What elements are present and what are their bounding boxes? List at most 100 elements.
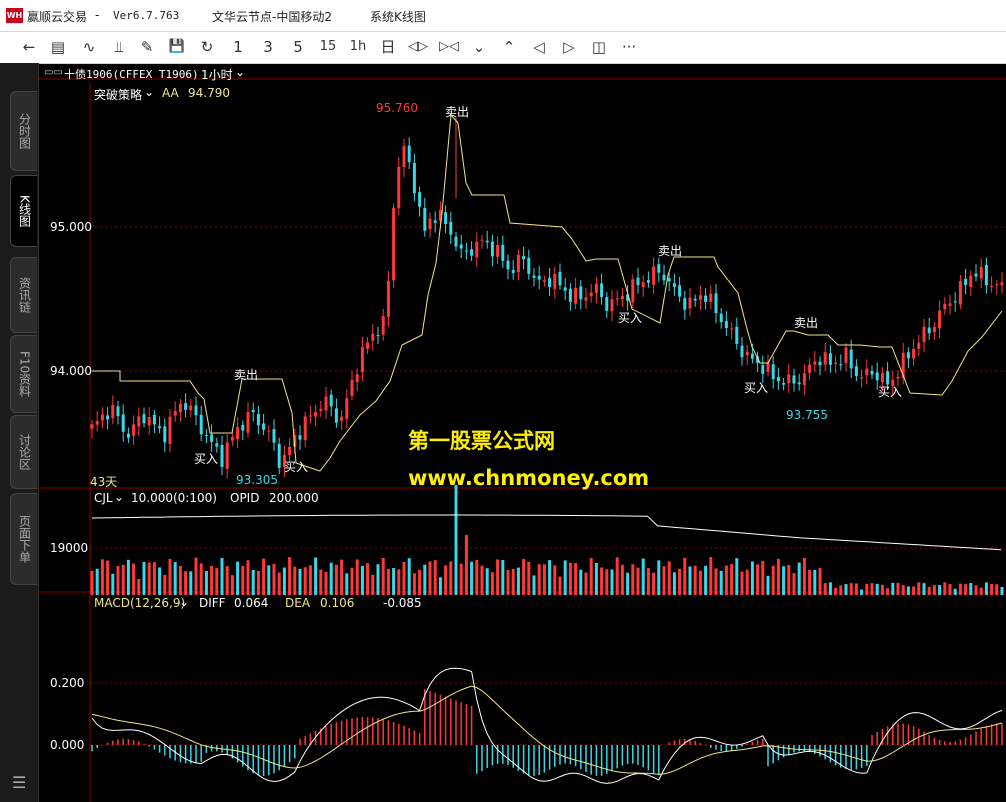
candle-body <box>241 424 245 431</box>
draw-icon[interactable]: ✎ <box>135 36 159 58</box>
candle-body <box>813 361 817 365</box>
candlestick-icon[interactable]: ⫫ <box>107 36 131 58</box>
volume-bar <box>225 566 229 595</box>
volume-indicator-name[interactable]: CJL <box>94 491 113 505</box>
candle-body <box>594 283 598 294</box>
candle-body <box>610 299 614 312</box>
candle-body <box>168 416 172 444</box>
zoom-out-icon[interactable]: ◁▷ <box>406 36 430 58</box>
candle-body <box>532 275 536 278</box>
candle-body <box>631 279 635 303</box>
back-arrow-icon[interactable]: ← <box>17 36 41 58</box>
menu-icon[interactable]: ☰ <box>12 773 26 792</box>
candle-body <box>537 275 541 280</box>
period-day-icon[interactable]: 日 <box>376 36 400 58</box>
candle-body <box>782 382 786 385</box>
macd-dropdown-icon[interactable]: ⌄ <box>179 595 189 609</box>
candle-body <box>121 414 125 432</box>
zoom-in-icon[interactable]: ▷◁ <box>437 36 461 58</box>
link-icon[interactable]: ▭▭ <box>44 67 63 78</box>
candle-body <box>615 298 619 300</box>
candle-body <box>584 297 588 301</box>
scroll-down-icon[interactable]: ⌄ <box>467 36 491 58</box>
line-chart-icon[interactable]: ∿ <box>77 36 101 58</box>
indicator-name[interactable]: 突破策略 <box>94 86 142 103</box>
volume-bar <box>719 570 723 595</box>
candle-body <box>475 241 479 258</box>
candle-body <box>204 434 208 436</box>
candle-body <box>267 430 271 432</box>
volume-bar <box>761 560 765 595</box>
volume-bar <box>860 589 864 595</box>
candle-body <box>490 241 494 257</box>
candle-body <box>792 375 796 384</box>
volume-bar <box>137 578 141 595</box>
volume-dropdown-icon[interactable]: ⌄ <box>114 490 124 504</box>
volume-bar <box>1000 586 1004 595</box>
candle-body <box>496 244 500 257</box>
volume-bar <box>329 562 333 595</box>
candle-body <box>256 414 260 426</box>
volume-bar <box>282 567 286 595</box>
period-3-icon[interactable]: 3 <box>256 36 280 58</box>
volume-bar <box>537 564 541 595</box>
period-dropdown-icon[interactable]: ⌄ <box>235 65 245 79</box>
candle-body <box>620 295 624 300</box>
candle-body <box>724 321 728 328</box>
dea-label: DEA <box>285 596 311 610</box>
volume-bar <box>433 560 437 595</box>
list-icon[interactable]: ▤ <box>46 36 70 58</box>
more-icon[interactable]: ··· <box>617 36 641 58</box>
candle-body <box>818 361 822 366</box>
candle-body <box>464 250 468 252</box>
move-left-icon[interactable]: ◁ <box>527 36 551 58</box>
macd-indicator-name[interactable]: MACD(12,26,9) <box>94 596 185 610</box>
candle-body <box>126 433 130 438</box>
candle-body <box>501 244 505 261</box>
opid-line <box>91 514 1002 551</box>
candle-body <box>116 406 120 417</box>
indicator-dropdown-icon[interactable]: ⌄ <box>144 85 154 99</box>
candle-body <box>371 333 375 341</box>
volume-bar <box>158 567 162 595</box>
candle-body <box>428 218 432 230</box>
volume-bar <box>90 571 94 595</box>
sidebar-tab-label: 讨论区 <box>17 434 32 470</box>
candle-body <box>485 240 489 243</box>
volume-bar <box>901 585 905 595</box>
period-1h-icon[interactable]: 1h <box>346 36 370 58</box>
period-1-icon[interactable]: 1 <box>226 36 250 58</box>
sidebar-tab-4[interactable]: 讨论区 <box>10 415 37 489</box>
sidebar-tab-3[interactable]: F10资料 <box>10 335 37 413</box>
period-select[interactable]: 1小时 <box>201 66 233 83</box>
save-icon[interactable]: 💾 <box>165 36 189 58</box>
signal-buy: 买入 <box>284 460 309 474</box>
candle-body <box>137 416 141 427</box>
move-right-icon[interactable]: ▷ <box>557 36 581 58</box>
candle-body <box>173 410 177 416</box>
volume-bar <box>386 568 390 595</box>
candle-body <box>579 286 583 300</box>
volume-bar <box>553 565 557 595</box>
candle-body <box>932 326 936 333</box>
candle-body <box>834 362 838 364</box>
period-15-icon[interactable]: 15 <box>316 36 340 58</box>
sidebar-tab-0[interactable]: 分时图 <box>10 91 37 171</box>
sidebar-tab-5[interactable]: 页面下单 <box>10 493 37 585</box>
scroll-up-icon[interactable]: ⌃ <box>497 36 521 58</box>
volume-bar <box>917 582 921 595</box>
volume-bar <box>397 569 401 595</box>
period-5-icon[interactable]: 5 <box>286 36 310 58</box>
volume-bar <box>672 572 676 595</box>
volume-bar <box>308 565 312 595</box>
refresh-icon[interactable]: ↻ <box>195 36 219 58</box>
sidebar-tab-2[interactable]: 资讯链 <box>10 257 37 333</box>
sidebar-tab-1[interactable]: K线图 <box>10 175 37 247</box>
candle-body <box>542 280 546 282</box>
candle-body <box>808 364 812 373</box>
toolbar: ← ▤ ∿ ⫫ ✎ 💾 ↻ 1 3 5 15 1h 日 ◁▷ ▷◁ ⌄ ⌃ ◁ ▷ ◫ ··· <box>0 32 1006 64</box>
candle-body <box>823 352 827 365</box>
layout-icon[interactable]: ◫ <box>587 36 611 58</box>
candle-body <box>225 442 229 469</box>
volume-bar <box>667 561 671 595</box>
